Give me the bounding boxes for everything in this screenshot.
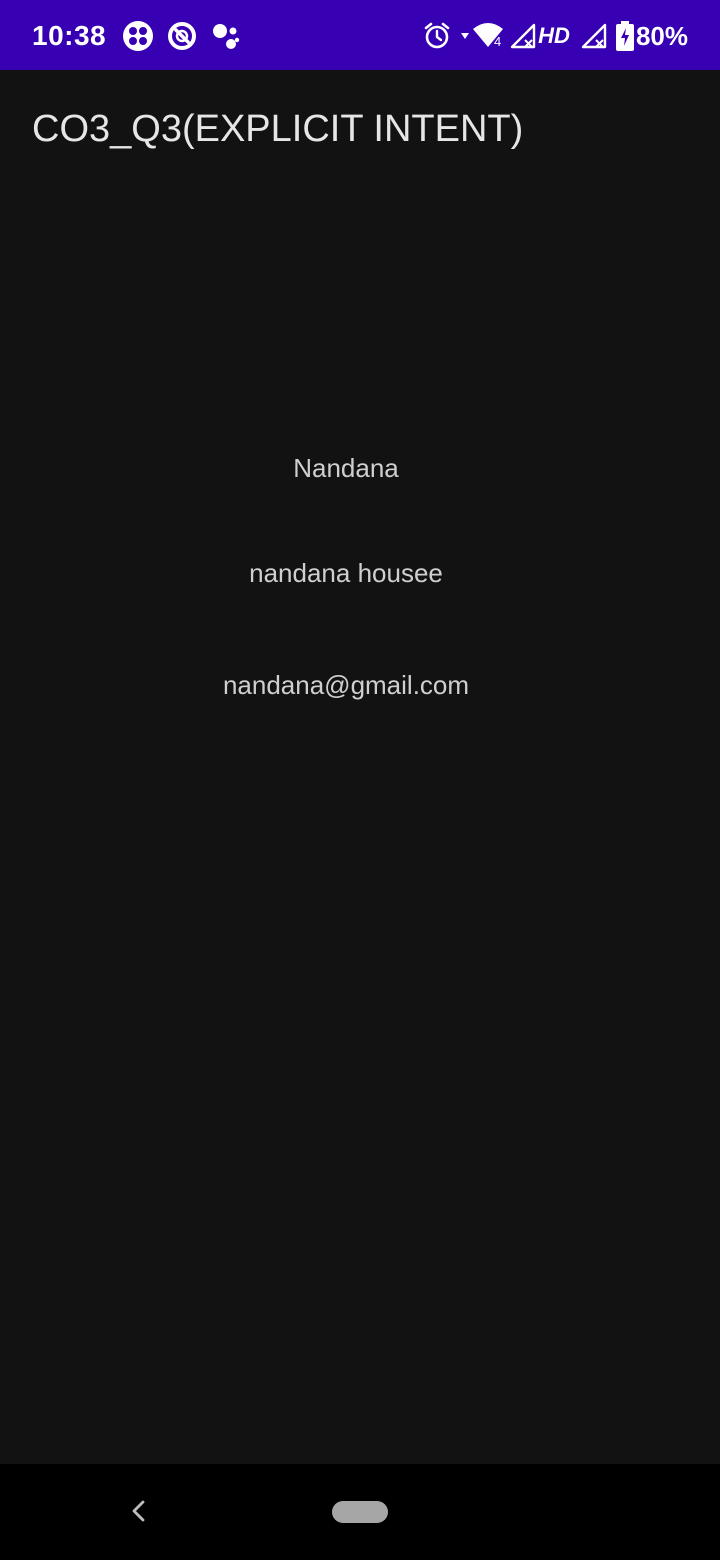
home-pill[interactable]: [332, 1501, 388, 1523]
status-bar: 10:38 4 HD 80%: [0, 0, 720, 70]
name-text: Nandana: [293, 453, 399, 483]
data-saver-icon: [168, 22, 196, 50]
back-icon[interactable]: [124, 1496, 154, 1526]
battery-percent: 80%: [635, 20, 688, 51]
signal-icon: [509, 22, 537, 50]
alarm-icon: [423, 22, 451, 50]
address-text: nandana housee: [249, 558, 443, 588]
page-title: CO3_Q3(EXPLICIT INTENT): [32, 108, 524, 150]
status-time: 10:38: [32, 20, 107, 51]
assistant-icon: [213, 24, 240, 49]
navigation-bar: [0, 1464, 720, 1560]
svg-text:4: 4: [494, 34, 501, 49]
status-right-group: 4 HD 80%: [423, 18, 688, 54]
signal-icon-secondary: [580, 22, 608, 50]
email-text: nandana@gmail.com: [222, 670, 470, 700]
battery-charging-icon: [615, 21, 634, 51]
wifi-icon: 4: [461, 21, 507, 51]
app-notification-icon: [123, 21, 153, 51]
hd-label: HD: [538, 23, 570, 48]
app-bar: CO3_Q3(EXPLICIT INTENT): [0, 70, 720, 190]
